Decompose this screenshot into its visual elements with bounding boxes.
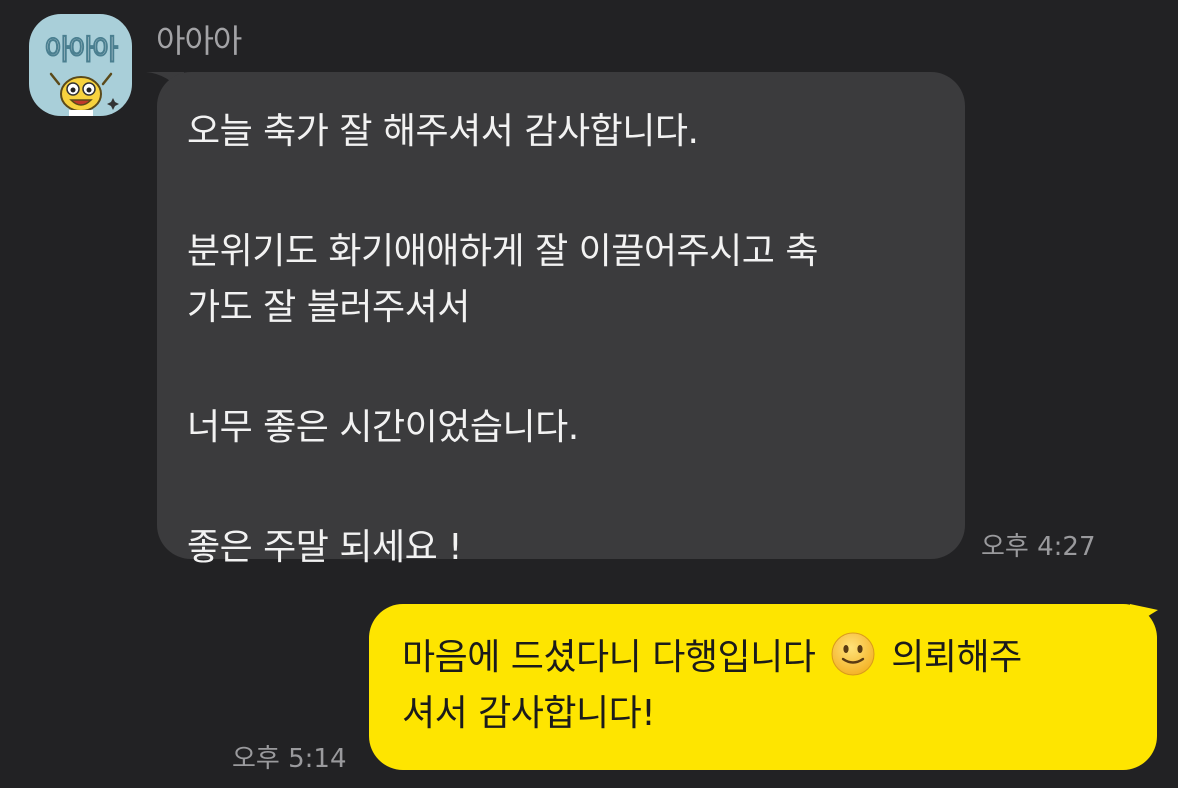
message-line: 가도 잘 불러주셔서 xyxy=(187,287,470,328)
cartoon-character-icon xyxy=(49,72,119,116)
outgoing-timestamp: 오후 5:14 xyxy=(232,744,347,774)
message-line: 셔서 감사합니다! xyxy=(402,693,656,734)
message-segment: 마음에 드셨다니 다행입니다 xyxy=(402,637,816,678)
message-spacer xyxy=(187,456,818,520)
sender-name: 아아아 xyxy=(156,22,242,60)
outgoing-message-text: 마음에 드셨다니 다행입니다 의뢰해주 셔서 감사합니다! xyxy=(402,630,1022,742)
message-line: 오늘 축가 잘 해주셔서 감사합니다. xyxy=(187,111,699,152)
message-line: 좋은 주말 되세요 ! xyxy=(187,527,463,568)
message-line: 마음에 드셨다니 다행입니다 의뢰해주 xyxy=(402,630,1022,686)
message-line: 분위기도 화기애애하게 잘 이끌어주시고 축 xyxy=(187,231,818,272)
message-spacer xyxy=(187,160,818,224)
incoming-message-text: 오늘 축가 잘 해주셔서 감사합니다. 분위기도 화기애애하게 잘 이끌어주시고… xyxy=(187,104,818,576)
profile-avatar[interactable]: 아아아 xyxy=(29,14,132,116)
slightly-smiling-face-icon xyxy=(831,632,875,676)
message-spacer xyxy=(187,336,818,400)
message-segment: 의뢰해주 xyxy=(891,637,1022,678)
message-line: 너무 좋은 시간이었습니다. xyxy=(187,407,579,448)
incoming-timestamp: 오후 4:27 xyxy=(981,532,1096,562)
